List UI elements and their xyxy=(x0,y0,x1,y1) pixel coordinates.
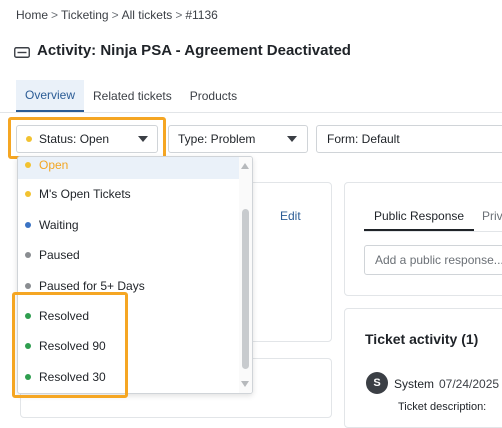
scroll-up-icon[interactable] xyxy=(241,163,249,169)
resolved-options-highlight xyxy=(12,292,128,398)
response-tabs-divider xyxy=(364,231,502,232)
breadcrumb: Home > Ticketing > All tickets > #1136 xyxy=(16,8,218,22)
ticket-activity-title: Ticket activity (1) xyxy=(365,331,479,347)
breadcrumb-separator: > xyxy=(51,8,59,22)
ticket-icon xyxy=(14,45,30,58)
breadcrumb-all-tickets[interactable]: All tickets xyxy=(122,8,173,22)
breadcrumb-home[interactable]: Home xyxy=(16,8,48,22)
ticket-activity-panel: Ticket activity (1) S System 07/24/2025 … xyxy=(344,308,502,428)
breadcrumb-separator: > xyxy=(175,8,183,22)
response-panel: Public Response Priv Add a public respon… xyxy=(344,182,502,296)
type-filter-label: Type: Problem xyxy=(178,132,256,146)
status-option-label: Waiting xyxy=(39,218,79,232)
status-option-paused[interactable]: Paused xyxy=(18,241,240,269)
status-dot-icon xyxy=(25,283,31,289)
tab-divider xyxy=(0,112,502,113)
form-filter[interactable]: Form: Default xyxy=(316,125,502,153)
activity-date: 07/24/2025 xyxy=(439,377,500,391)
breadcrumb-ticket-number: #1136 xyxy=(185,8,218,22)
breadcrumb-separator: > xyxy=(111,8,119,22)
breadcrumb-ticketing[interactable]: Ticketing xyxy=(61,8,109,22)
form-filter-label: Form: Default xyxy=(327,132,400,146)
tab-public-response[interactable]: Public Response xyxy=(364,204,475,231)
status-option-waiting[interactable]: Waiting xyxy=(18,211,240,239)
page-title: Activity: Ninja PSA - Agreement Deactiva… xyxy=(37,42,351,59)
activity-body: Ticket description: xyxy=(398,401,487,413)
status-dot-icon xyxy=(25,222,31,228)
tab-related-tickets[interactable]: Related tickets xyxy=(84,80,181,112)
status-option-label: Open xyxy=(39,158,69,172)
tab-private-note[interactable]: Priv xyxy=(482,204,502,231)
scrollbar-thumb[interactable] xyxy=(242,209,249,369)
avatar: S xyxy=(366,372,388,394)
status-option-label: M's Open Tickets xyxy=(39,187,131,201)
chevron-down-icon xyxy=(287,136,297,142)
status-option-label: Paused for 5+ Days xyxy=(39,279,145,293)
public-response-placeholder: Add a public response... xyxy=(375,253,502,267)
activity-author: System xyxy=(394,377,435,391)
public-response-input[interactable]: Add a public response... xyxy=(364,245,502,275)
page-header: Activity: Ninja PSA - Agreement Deactiva… xyxy=(14,42,351,59)
scroll-down-icon[interactable] xyxy=(241,381,249,387)
status-option-ms-open-tickets[interactable]: M's Open Tickets xyxy=(18,180,240,208)
edit-link[interactable]: Edit xyxy=(280,209,301,223)
status-option-open[interactable]: Open xyxy=(18,157,240,179)
status-dot-icon xyxy=(25,252,31,258)
dropdown-scrollbar[interactable] xyxy=(239,157,252,393)
status-filter-highlight xyxy=(8,117,166,159)
avatar-initial: S xyxy=(373,377,381,389)
tab-products[interactable]: Products xyxy=(181,80,246,112)
tab-overview[interactable]: Overview xyxy=(16,80,85,112)
status-dot-icon xyxy=(25,191,31,197)
type-filter[interactable]: Type: Problem xyxy=(168,125,308,153)
status-option-label: Paused xyxy=(39,248,80,262)
status-dot-icon xyxy=(25,162,31,168)
tab-bar: Overview Related tickets Products xyxy=(16,80,246,112)
